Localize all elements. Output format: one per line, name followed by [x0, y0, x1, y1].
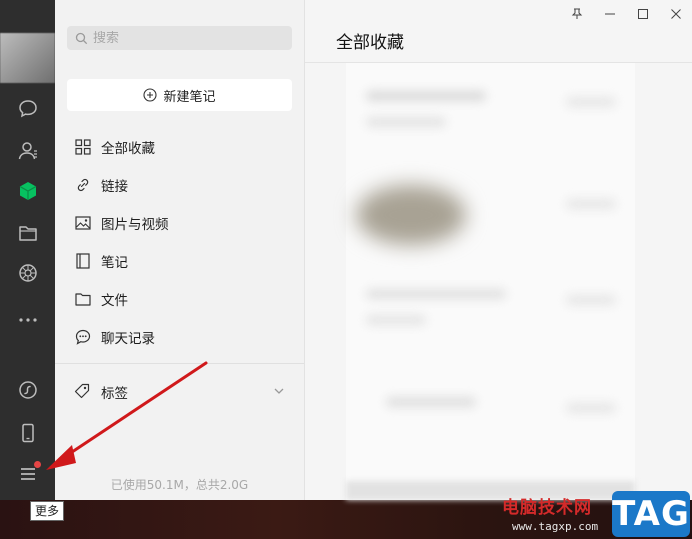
pin-icon[interactable]: [560, 0, 593, 28]
chevron-down-icon[interactable]: [273, 385, 285, 397]
plus-circle-icon: [143, 88, 158, 102]
nav-item-label: 全部收藏: [101, 141, 155, 157]
notification-dot: [34, 461, 41, 468]
nav-item-links[interactable]: 链接: [55, 166, 304, 204]
new-note-label: 新建笔记: [163, 89, 216, 105]
content-panel: 全部收藏: [305, 0, 692, 500]
moments-aperture-icon[interactable]: [14, 259, 42, 287]
nav-item-files[interactable]: 文件: [55, 280, 304, 318]
storage-usage: 已使用50.1M，总共2.0G: [110, 478, 249, 492]
folder-icon[interactable]: [14, 219, 42, 247]
tag-icon: [74, 383, 92, 401]
close-icon[interactable]: [659, 0, 692, 28]
watermark-logo: TAG: [612, 491, 690, 537]
list-item[interactable]: [346, 273, 635, 373]
nav-item-label: 聊天记录: [101, 331, 155, 347]
nav-item-images-videos[interactable]: 图片与视频: [55, 204, 304, 242]
list-item[interactable]: [346, 373, 635, 473]
image-icon: [74, 214, 92, 232]
watermark-text: 电脑技术网: [502, 498, 592, 518]
minimize-icon[interactable]: [593, 0, 626, 28]
contacts-icon[interactable]: [14, 137, 42, 165]
divider: [55, 363, 304, 364]
favorites-panel: 新建笔记 全部收藏 链接 图片与视频 笔记: [55, 0, 305, 500]
nav-item-label: 链接: [101, 179, 128, 195]
notebook-icon: [74, 252, 92, 270]
nav-item-label: 文件: [101, 293, 128, 309]
phone-icon[interactable]: [14, 419, 42, 447]
nav-item-label: 图片与视频: [101, 217, 169, 233]
chat-bubble-icon: [74, 328, 92, 346]
search-input[interactable]: [93, 30, 273, 46]
favorites-list: [346, 63, 635, 500]
maximize-icon[interactable]: [626, 0, 659, 28]
list-item[interactable]: [346, 73, 635, 173]
folder-icon: [74, 290, 92, 308]
new-note-button[interactable]: 新建笔记: [67, 79, 292, 111]
watermark-url: www.tagxp.com: [512, 520, 599, 533]
nav-item-all-favorites[interactable]: 全部收藏: [55, 128, 304, 166]
favorites-cube-icon[interactable]: [14, 177, 42, 205]
left-sidebar: [0, 0, 55, 500]
favorites-nav: 全部收藏 链接 图片与视频 笔记 文件 聊天记录: [55, 128, 304, 356]
chat-icon[interactable]: [14, 95, 42, 123]
nav-item-notes[interactable]: 笔记: [55, 242, 304, 280]
nav-item-chat-history[interactable]: 聊天记录: [55, 318, 304, 356]
window-controls: [560, 0, 692, 28]
search-box[interactable]: [67, 26, 292, 50]
avatar[interactable]: [0, 33, 55, 83]
mini-program-icon[interactable]: [14, 376, 42, 404]
search-icon: [75, 32, 88, 45]
tags-section[interactable]: 标签: [55, 373, 304, 411]
menu-tooltip: 更多: [30, 501, 65, 521]
grid-icon: [74, 138, 92, 156]
link-icon: [74, 176, 92, 194]
tags-label: 标签: [101, 386, 128, 402]
list-item[interactable]: [346, 163, 635, 263]
nav-item-label: 笔记: [101, 255, 128, 271]
watermark: 电脑技术网 www.tagxp.com TAG: [502, 490, 692, 539]
page-title: 全部收藏: [336, 33, 404, 53]
more-dots-icon[interactable]: [14, 303, 42, 331]
